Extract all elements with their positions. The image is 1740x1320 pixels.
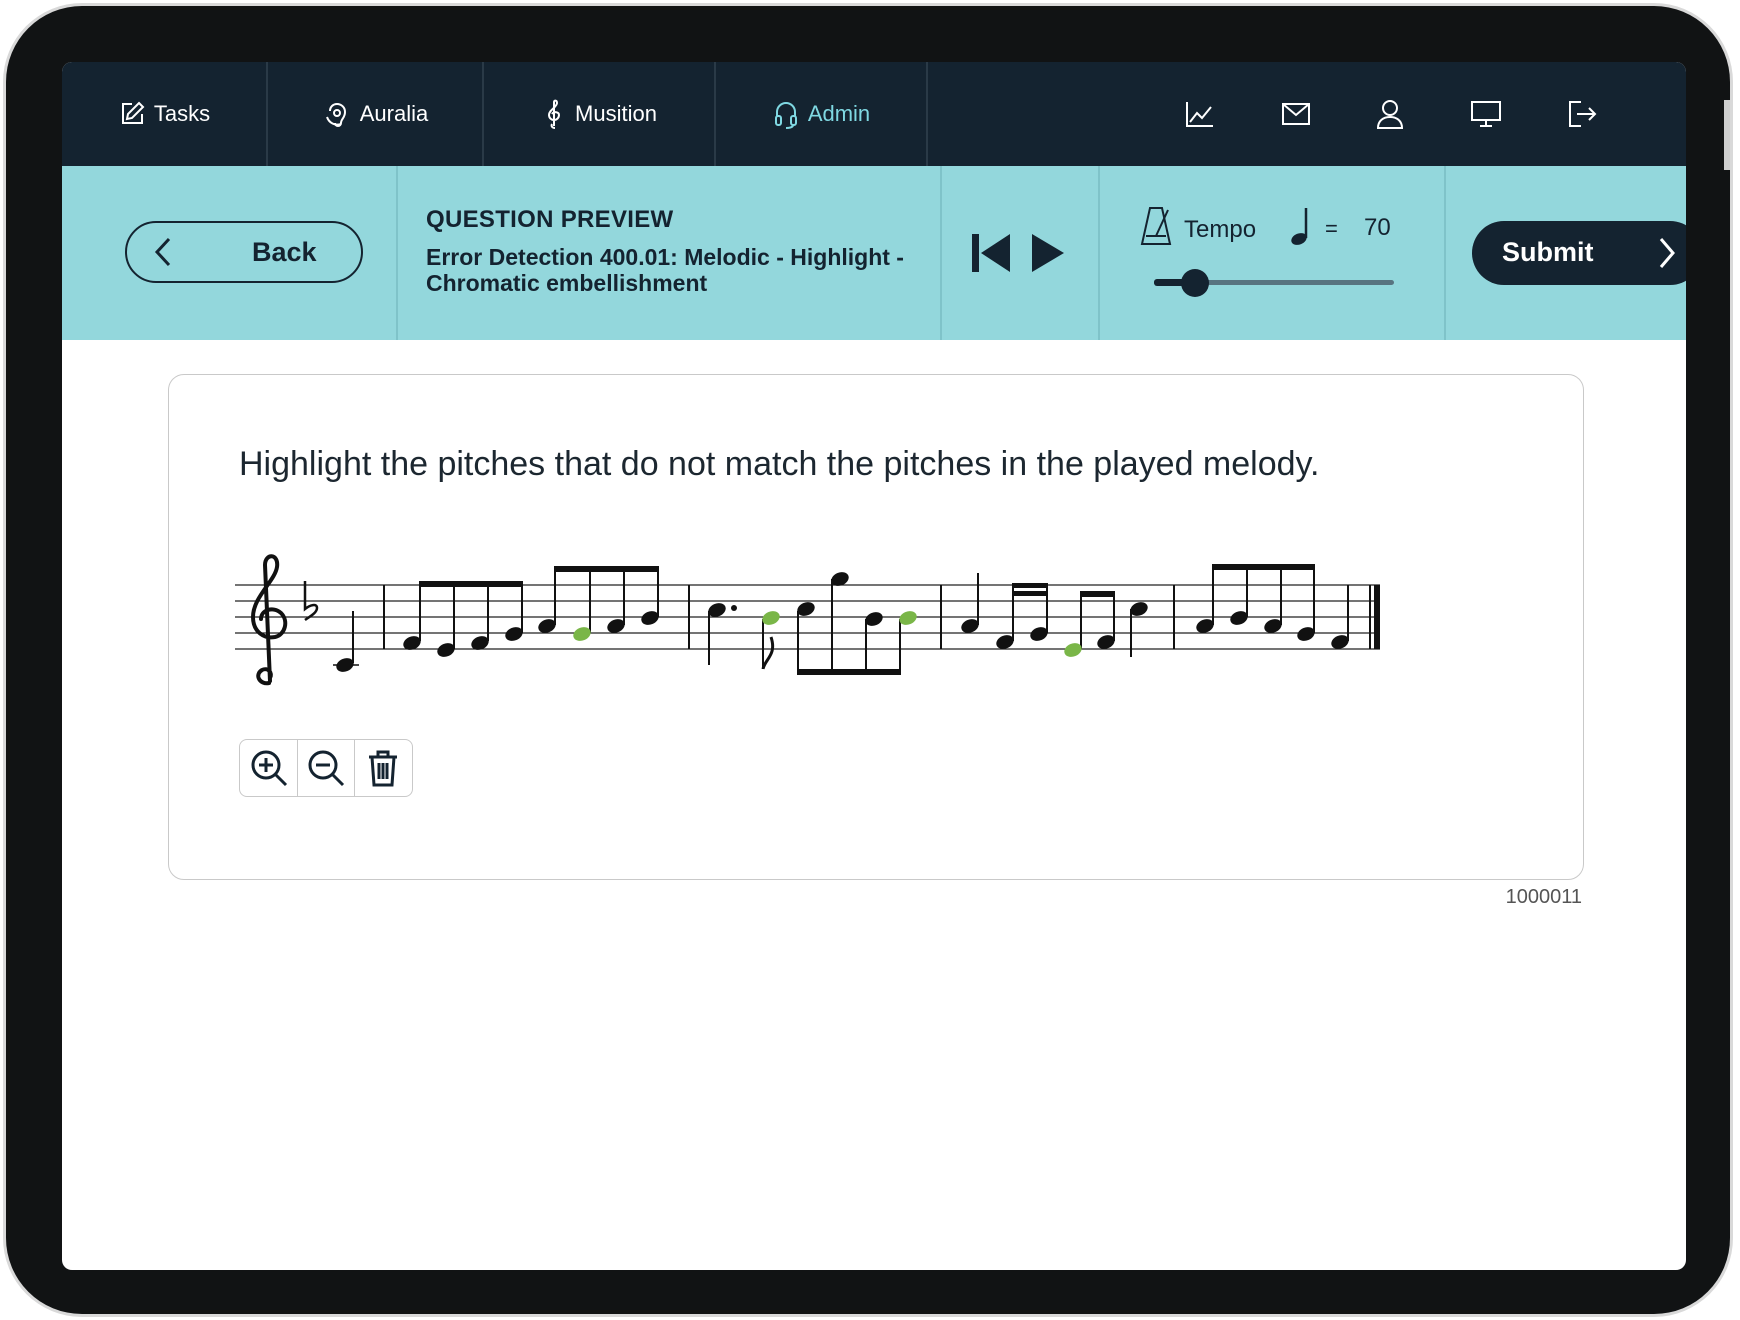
treble-clef: [250, 554, 288, 686]
tempo-equals: =: [1325, 216, 1338, 241]
question-prompt: Highlight the pitches that do not match …: [239, 445, 1320, 483]
monitor-icon: [1471, 101, 1501, 127]
quarter-note-icon: [1291, 208, 1308, 245]
submit-button-label: Submit: [1502, 237, 1594, 267]
question-title: Error Detection 400.01: Melodic - Highli…: [426, 244, 904, 296]
delete-button[interactable]: [354, 740, 411, 796]
ear-icon: [325, 102, 346, 127]
user-icon: [1376, 100, 1404, 129]
tempo-value: 70: [1364, 214, 1391, 241]
tempo-slider-thumb[interactable]: [1180, 269, 1209, 297]
question-toolbar: Back QUESTION PREVIEW Error Detection 40…: [62, 166, 1686, 340]
tempo-control: Tempo = 70: [1132, 206, 1402, 306]
question-id: 1000011: [1505, 886, 1582, 908]
display-button[interactable]: [1466, 96, 1506, 132]
screen: Tasks Auralia Musition Admin Back QUESTI…: [62, 62, 1686, 1270]
eighth-flag: [761, 636, 775, 670]
nav-tasks-label: Tasks: [153, 101, 211, 126]
nav-musition[interactable]: Musition: [484, 62, 716, 166]
device-side-button: [1724, 100, 1730, 170]
zoom-in-icon: [251, 750, 287, 787]
nav-musition-label: Musition: [575, 101, 657, 126]
chevron-left-icon: [154, 237, 171, 267]
logout-button[interactable]: [1562, 96, 1602, 132]
zoom-out-button[interactable]: [297, 740, 354, 796]
edit-icon: [121, 101, 145, 124]
score-tools: [239, 739, 413, 797]
treble-clef-icon: [548, 99, 561, 129]
nav-admin-label: Admin: [807, 101, 871, 126]
trash-icon: [369, 750, 397, 787]
preview-heading: QUESTION PREVIEW: [426, 206, 674, 233]
nav-admin[interactable]: Admin: [716, 62, 928, 166]
mail-icon: [1282, 103, 1310, 125]
back-button[interactable]: Back: [125, 221, 363, 283]
music-score: [235, 554, 1380, 686]
chevron-right-icon: [1659, 238, 1675, 268]
tempo-label: Tempo: [1184, 216, 1257, 243]
question-card: Highlight the pitches that do not match …: [168, 374, 1584, 880]
measure-5: [1196, 564, 1349, 649]
headphones-icon: [774, 102, 797, 129]
submit-button[interactable]: Submit: [1472, 221, 1686, 285]
chart-icon: [1186, 102, 1213, 127]
final-barline: [1374, 585, 1380, 649]
dot: [731, 605, 737, 611]
toolbar-divider: [1444, 166, 1446, 340]
skip-back-icon[interactable]: [970, 232, 1012, 274]
metronome-icon: [1140, 207, 1172, 245]
messages-button[interactable]: [1276, 96, 1316, 132]
nav-auralia[interactable]: Auralia: [268, 62, 484, 166]
measure-2: [403, 566, 659, 657]
back-button-label: Back: [252, 237, 317, 267]
top-nav: Tasks Auralia Musition Admin: [62, 62, 1686, 166]
measure-4: [961, 573, 1148, 657]
tablet-frame: Tasks Auralia Musition Admin Back QUESTI…: [6, 6, 1730, 1314]
analytics-button[interactable]: [1180, 96, 1220, 132]
zoom-out-icon: [308, 750, 345, 787]
nav-tasks[interactable]: Tasks: [62, 62, 268, 166]
toolbar-divider: [396, 166, 398, 340]
question-preview: QUESTION PREVIEW Error Detection 400.01:…: [426, 206, 916, 296]
play-icon[interactable]: [1030, 232, 1066, 274]
toolbar-divider: [940, 166, 942, 340]
zoom-in-button[interactable]: [240, 740, 297, 796]
nav-auralia-label: Auralia: [359, 101, 429, 126]
logout-icon: [1569, 101, 1597, 127]
profile-button[interactable]: [1370, 96, 1410, 132]
toolbar-divider: [1098, 166, 1100, 340]
